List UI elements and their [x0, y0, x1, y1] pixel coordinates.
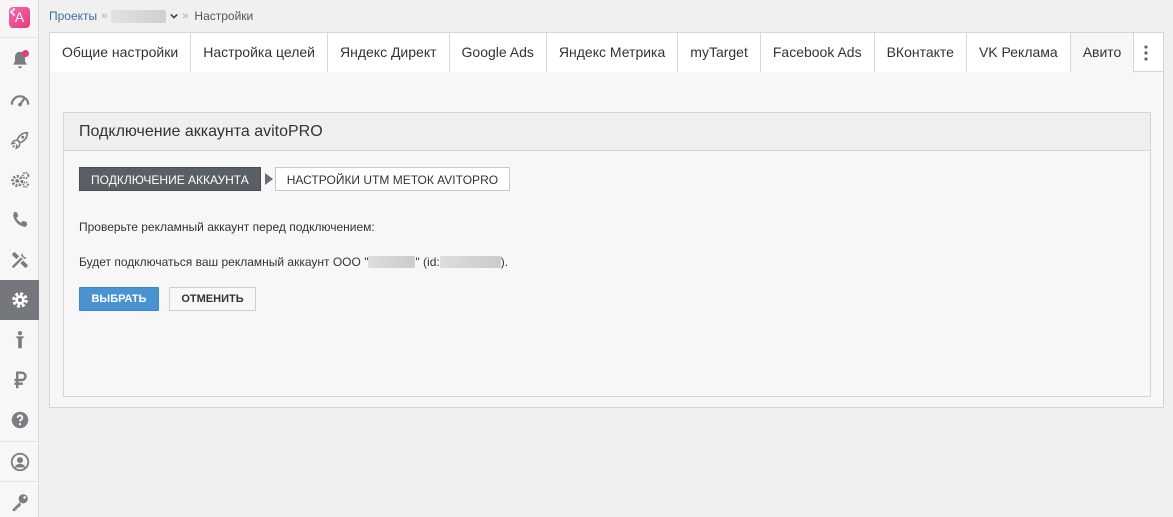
app-logo[interactable]: A [9, 7, 30, 28]
tab-mytarget[interactable]: myTarget [678, 33, 761, 72]
speedometer-icon [10, 95, 29, 107]
avito-connect-card: Подключение аккаунта avitoPRO Подключени… [63, 112, 1151, 397]
card-title: Подключение аккаунта avitoPRO [64, 113, 1150, 151]
settings-panel: Общие настройки Настройка целей Яндекс Д… [49, 32, 1164, 408]
logo-divider [0, 37, 39, 38]
person-icon [14, 331, 25, 349]
cancel-button[interactable]: Отменить [169, 287, 256, 311]
settings-gear-icon [11, 292, 28, 308]
more-vertical-icon [1144, 44, 1148, 61]
project-selector-redacted[interactable] [111, 9, 167, 23]
connect-text-prefix: Будет подключаться ваш рекламный аккаунт… [79, 255, 369, 269]
tab-google-ads[interactable]: Google Ads [449, 33, 547, 72]
tab-yandex-direct[interactable]: Яндекс Директ [327, 33, 450, 72]
sidebar: A [0, 0, 39, 517]
sidebar-item-tools[interactable] [0, 240, 39, 280]
gears-icon [10, 171, 29, 188]
tab-general-settings[interactable]: Общие настройки [50, 33, 192, 72]
breadcrumb: Проекты » » Настройки [49, 8, 253, 24]
check-account-text: Проверьте рекламный аккаунт перед подклю… [79, 220, 375, 234]
connect-text-suffix: ). [500, 255, 509, 269]
company-name-redacted [368, 256, 416, 268]
settings-tabs: Общие настройки Настройка целей Яндекс Д… [50, 33, 1163, 73]
tab-vkontakte[interactable]: ВКонтакте [874, 33, 967, 72]
tabs-more-button[interactable] [1134, 33, 1158, 72]
step-arrow-icon [264, 173, 273, 185]
sidebar-item-profile[interactable] [0, 441, 39, 481]
sidebar-item-calls[interactable] [0, 200, 39, 240]
user-circle-icon [10, 452, 29, 471]
help-icon [11, 411, 28, 429]
tab-vk-reklama[interactable]: VK Реклама [966, 33, 1071, 72]
breadcrumb-projects-link[interactable]: Проекты [49, 9, 97, 23]
breadcrumb-separator: » [182, 10, 189, 22]
tools-icon [11, 251, 28, 269]
sidebar-item-notifications[interactable] [0, 40, 39, 80]
rocket-icon [9, 131, 28, 150]
sidebar-item-launch[interactable] [0, 120, 39, 160]
tab-facebook-ads[interactable]: Facebook Ads [760, 33, 875, 72]
step-utm-settings[interactable]: Настройки UTM меток avitoPRO [274, 167, 511, 191]
notification-badge [22, 50, 29, 57]
select-button[interactable]: Выбрать [79, 287, 159, 311]
sidebar-item-dashboard[interactable] [0, 80, 39, 120]
phone-icon [12, 211, 27, 227]
tab-yandex-metrika[interactable]: Яндекс Метрика [546, 33, 679, 72]
sidebar-item-api-keys[interactable] [0, 481, 39, 517]
ruble-icon [14, 371, 27, 389]
wizard-steps: Подключение аккаунта Настройки UTM меток… [79, 167, 511, 191]
sidebar-item-help[interactable] [0, 400, 39, 440]
tab-goals-settings[interactable]: Настройка целей [191, 33, 328, 72]
chevron-down-icon[interactable] [170, 12, 179, 20]
step-account-connection[interactable]: Подключение аккаунта [79, 167, 261, 191]
sidebar-item-settings[interactable] [0, 280, 39, 320]
tab-avito[interactable]: Авито [1070, 33, 1135, 73]
sidebar-item-billing[interactable] [0, 360, 39, 400]
breadcrumb-separator: » [101, 10, 108, 22]
sidebar-item-partners[interactable] [0, 320, 39, 360]
connect-text-mid: " (id: [415, 255, 440, 269]
connect-account-text: Будет подключаться ваш рекламный аккаунт… [79, 255, 508, 269]
account-id-redacted [439, 256, 501, 268]
sidebar-item-integrations[interactable] [0, 160, 39, 200]
key-icon [12, 493, 28, 511]
breadcrumb-current: Настройки [194, 9, 254, 23]
